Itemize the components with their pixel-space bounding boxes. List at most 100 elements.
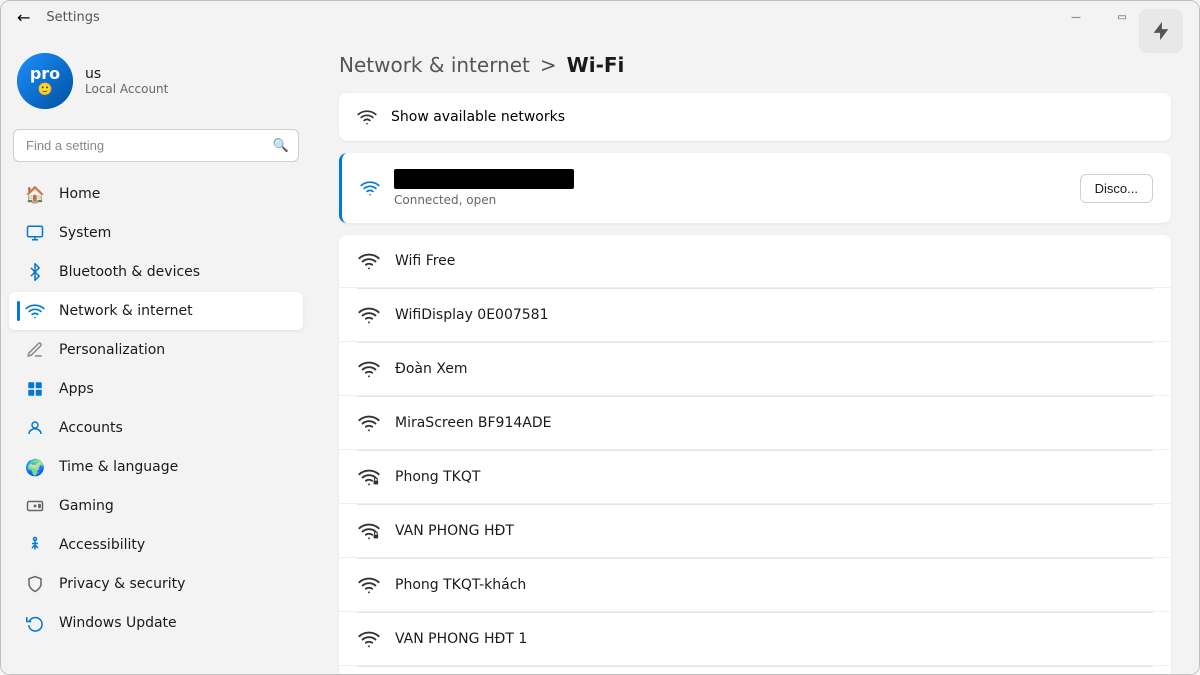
show-networks-icon	[357, 107, 377, 127]
network-name: Đoàn Xem	[395, 361, 468, 377]
connected-status: Connected, open	[394, 193, 1153, 207]
search-input[interactable]	[13, 129, 299, 162]
list-item[interactable]: WifiDisplay 0E007581	[339, 289, 1171, 342]
list-item[interactable]: VAN PHONG HĐT	[339, 505, 1171, 558]
gaming-icon	[25, 496, 45, 516]
network-name: WifiDisplay 0E007581	[395, 307, 549, 323]
sidebar-item-bluetooth[interactable]: Bluetooth & devices	[9, 253, 303, 291]
update-icon	[25, 613, 45, 633]
back-button[interactable]: ←	[9, 8, 38, 27]
titlebar: ← Settings — ▭ ✕	[1, 1, 1199, 33]
user-type: Local Account	[85, 82, 168, 96]
breadcrumb-separator: >	[540, 53, 557, 77]
sidebar: pro 🙂 us Local Account 🔍 🏠 Home	[1, 33, 311, 675]
user-info: us Local Account	[85, 66, 168, 96]
network-name: Phong TKQT-khách	[395, 577, 526, 593]
sidebar-item-personalization[interactable]: Personalization	[9, 331, 303, 369]
sidebar-item-privacy[interactable]: Privacy & security	[9, 565, 303, 603]
topbar-area	[1139, 9, 1183, 53]
sidebar-item-time-label: Time & language	[59, 459, 178, 475]
network-name: VAN PHONG HĐT 1	[395, 631, 527, 647]
user-name: us	[85, 66, 168, 82]
sidebar-item-update-label: Windows Update	[59, 615, 177, 631]
user-profile: pro 🙂 us Local Account	[1, 33, 311, 125]
show-networks-item[interactable]: Show available networks	[339, 93, 1171, 141]
connected-network-card: Connected, open Disco...	[339, 153, 1171, 223]
breadcrumb-current: Wi-Fi	[567, 53, 625, 77]
bluetooth-icon	[25, 262, 45, 282]
connected-network-item: Connected, open Disco...	[342, 153, 1171, 223]
avatar-logo: pro 🙂	[17, 53, 73, 109]
wifi-icon	[357, 411, 381, 435]
nav-menu: 🏠 Home System Bluetooth & devices	[1, 174, 311, 643]
sidebar-item-privacy-label: Privacy & security	[59, 576, 185, 592]
system-icon	[25, 223, 45, 243]
main-content: Network & internet > Wi-Fi Show	[311, 33, 1199, 675]
sidebar-item-time[interactable]: 🌍 Time & language	[9, 448, 303, 486]
list-item[interactable]: Phong TKQT	[339, 451, 1171, 504]
show-networks-label: Show available networks	[391, 109, 565, 125]
accounts-icon	[25, 418, 45, 438]
window: ← Settings — ▭ ✕ pro 🙂	[0, 0, 1200, 675]
sidebar-item-accounts[interactable]: Accounts	[9, 409, 303, 447]
wifi-lock-icon	[357, 519, 381, 543]
wifi-icon	[357, 303, 381, 327]
list-item[interactable]: Wifi Free	[339, 235, 1171, 288]
app-container: pro 🙂 us Local Account 🔍 🏠 Home	[1, 33, 1199, 675]
titlebar-left: ← Settings	[9, 8, 100, 27]
smile-icon: 🙂	[38, 82, 53, 96]
networks-list: Wifi Free WifiDisp	[339, 235, 1171, 675]
sidebar-item-accessibility[interactable]: Accessibility	[9, 526, 303, 564]
sidebar-item-accessibility-label: Accessibility	[59, 537, 145, 553]
wifi-lock-icon	[357, 465, 381, 489]
connected-network-name	[394, 169, 574, 189]
list-item[interactable]: Đoàn Xem	[339, 343, 1171, 396]
list-item[interactable]: VAN PHONG HĐT 1	[339, 613, 1171, 666]
network-name: Wifi Free	[395, 253, 455, 269]
sidebar-item-accounts-label: Accounts	[59, 420, 123, 436]
sidebar-item-update[interactable]: Windows Update	[9, 604, 303, 642]
sidebar-item-bluetooth-label: Bluetooth & devices	[59, 264, 200, 280]
network-name: Phong TKQT	[395, 469, 480, 485]
content-area: Show available networks	[311, 93, 1199, 675]
accessibility-icon	[25, 535, 45, 555]
list-item[interactable]: PHONG LVBKS	[339, 667, 1171, 675]
wifi-icon	[357, 627, 381, 651]
connected-wifi-info: Connected, open	[394, 169, 1153, 207]
connected-wifi-icon	[360, 178, 380, 198]
pro-label: pro	[30, 66, 60, 82]
sidebar-item-network-label: Network & internet	[59, 303, 193, 319]
list-item[interactable]: MiraScreen BF914ADE	[339, 397, 1171, 450]
list-item[interactable]: Phong TKQT-khách	[339, 559, 1171, 612]
sidebar-item-personalization-label: Personalization	[59, 342, 165, 358]
personalization-icon	[25, 340, 45, 360]
wifi-icon	[357, 573, 381, 597]
breadcrumb-parent: Network & internet	[339, 53, 530, 77]
time-icon: 🌍	[25, 457, 45, 477]
search-icon: 🔍	[273, 138, 289, 153]
sidebar-item-home-label: Home	[59, 186, 100, 202]
sidebar-item-gaming[interactable]: Gaming	[9, 487, 303, 525]
apps-icon	[25, 379, 45, 399]
avatar: pro 🙂	[17, 53, 73, 109]
sidebar-item-home[interactable]: 🏠 Home	[9, 175, 303, 213]
titlebar-title: Settings	[46, 10, 99, 25]
sidebar-item-network[interactable]: Network & internet	[9, 292, 303, 330]
search-box: 🔍	[13, 129, 299, 162]
sidebar-item-system[interactable]: System	[9, 214, 303, 252]
sidebar-item-apps-label: Apps	[59, 381, 94, 397]
sidebar-item-gaming-label: Gaming	[59, 498, 114, 514]
minimize-button[interactable]: —	[1053, 1, 1099, 33]
network-name: VAN PHONG HĐT	[395, 523, 514, 539]
sidebar-item-apps[interactable]: Apps	[9, 370, 303, 408]
disconnect-button[interactable]: Disco...	[1080, 174, 1153, 203]
privacy-icon	[25, 574, 45, 594]
network-icon	[25, 301, 45, 321]
wifi-icon	[357, 249, 381, 273]
sidebar-item-system-label: System	[59, 225, 111, 241]
home-icon: 🏠	[25, 184, 45, 204]
topbar-app-icon[interactable]	[1139, 9, 1183, 53]
wifi-icon	[357, 357, 381, 381]
network-name: MiraScreen BF914ADE	[395, 415, 551, 431]
page-header: Network & internet > Wi-Fi	[311, 33, 1199, 93]
